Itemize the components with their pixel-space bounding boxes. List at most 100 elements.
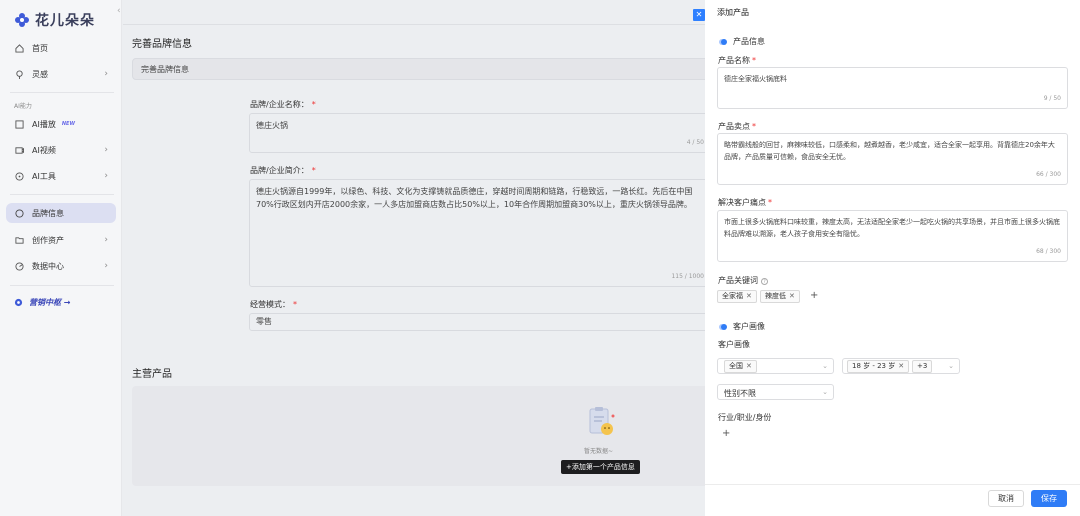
sidebar-item-label: AI播放 bbox=[32, 119, 56, 129]
brand-name-label: 品牌/企业名称： * bbox=[250, 100, 316, 109]
sidebar-item-label: 品牌信息 bbox=[32, 208, 64, 218]
customer-profile-label: 客户画像 bbox=[718, 340, 750, 349]
product-name-label: 产品名称 * bbox=[718, 56, 756, 65]
region-tag: 全国 ✕ bbox=[724, 360, 757, 373]
age-select[interactable]: 18 岁 - 23 岁 ✕ +3 ⌄ bbox=[842, 358, 960, 374]
sidebar-item-label: 灵感 bbox=[32, 69, 48, 79]
app-name: 花儿朵朵 bbox=[35, 13, 95, 29]
sidebar-item-ai-video[interactable]: AI视频 › bbox=[6, 140, 116, 160]
sidebar-divider bbox=[10, 194, 114, 195]
chevron-down-icon: ⌄ bbox=[822, 362, 828, 370]
remove-tag-icon[interactable]: ✕ bbox=[898, 362, 904, 370]
mode-value: 零售 bbox=[256, 317, 272, 326]
sidebar-item-ai-play[interactable]: AI播放 NEW bbox=[6, 114, 116, 134]
product-name-value: 德庄全家福火锅底料 bbox=[724, 75, 787, 83]
page-title: 完善品牌信息 bbox=[132, 39, 192, 50]
chevron-right-icon: › bbox=[104, 69, 108, 79]
product-name-input[interactable]: 德庄全家福火锅底料 9 / 50 bbox=[717, 67, 1068, 109]
header-divider bbox=[123, 24, 705, 25]
new-badge: NEW bbox=[61, 121, 75, 127]
drawer-footer-divider bbox=[705, 484, 1080, 485]
products-title: 主营产品 bbox=[132, 369, 172, 380]
data-icon bbox=[14, 261, 24, 271]
age-tag: 18 岁 - 23 岁 ✕ bbox=[847, 360, 910, 373]
section-dot-icon bbox=[721, 323, 727, 330]
section-title: 客户画像 bbox=[733, 322, 765, 331]
flower-logo-icon bbox=[14, 298, 23, 307]
section-title: 产品信息 bbox=[733, 37, 765, 46]
pain-point-textarea[interactable]: 市面上很多火锅底料口味较重，辣度太高，无法适配全家老少一起吃火锅的共享场景，并且… bbox=[717, 210, 1068, 262]
add-first-product-button[interactable]: +添加第一个产品信息 bbox=[561, 460, 640, 474]
add-industry-icon[interactable]: + bbox=[722, 428, 730, 439]
chevron-right-icon: › bbox=[104, 235, 108, 245]
pain-point-value: 市面上很多火锅底料口味较重，辣度太高，无法适配全家老少一起吃火锅的共享场景，并且… bbox=[724, 218, 1060, 238]
section-label: AI能力 bbox=[14, 103, 32, 110]
char-count: 4 / 50 bbox=[686, 139, 704, 146]
section-dot-icon bbox=[721, 38, 727, 45]
char-count: 115 / 1000 bbox=[671, 273, 704, 280]
brand-intro-textarea[interactable]: 德庄火锅源自1999年，以绿色、科技、文化为支撑铸就品质德庄，穿越时间周期和链路… bbox=[249, 179, 711, 287]
add-keyword-icon[interactable]: + bbox=[810, 290, 818, 301]
sidebar-item-assets[interactable]: 创作资产 › bbox=[6, 230, 116, 250]
selling-point-label: 产品卖点 * bbox=[718, 122, 756, 131]
brand-intro-value: 德庄火锅源自1999年，以绿色、科技、文化为支撑铸就品质德庄，穿越时间周期和链路… bbox=[256, 187, 693, 209]
brand-name-value: 德庄火锅 bbox=[256, 121, 288, 130]
char-count: 9 / 50 bbox=[1043, 95, 1061, 102]
selling-point-textarea[interactable]: 略带霸线般的回甘，麻辣味较低，口感柔和，越煮越香，老少咸宜，适合全家一起享用。背… bbox=[717, 133, 1068, 185]
sidebar-item-home[interactable]: 首页 bbox=[6, 38, 116, 58]
empty-clipboard-icon bbox=[589, 407, 615, 435]
sidebar-item-brand-info[interactable]: 品牌信息 bbox=[6, 203, 116, 223]
sidebar-item-label: AI视频 bbox=[32, 145, 56, 155]
sidebar-item-inspiration[interactable]: 灵感 › bbox=[6, 64, 116, 84]
age-more-tag: +3 bbox=[912, 360, 933, 373]
gender-value: 性别不限 bbox=[724, 389, 756, 398]
industry-label: 行业/职业/身份 bbox=[718, 413, 772, 422]
flower-logo-icon bbox=[15, 13, 29, 27]
help-icon[interactable]: ? bbox=[761, 278, 768, 285]
chevron-down-icon: ⌄ bbox=[948, 362, 954, 370]
tool-icon bbox=[14, 171, 24, 181]
chevron-right-icon: › bbox=[104, 171, 108, 181]
collapse-sidebar-icon[interactable]: ‹ bbox=[117, 6, 121, 16]
logo[interactable]: 花儿朵朵 bbox=[14, 10, 95, 30]
brand-intro-label: 品牌/企业简介： * bbox=[250, 166, 316, 175]
sidebar-item-label: 首页 bbox=[32, 43, 48, 53]
folder-icon bbox=[14, 235, 24, 245]
save-button[interactable]: 保存 bbox=[1031, 490, 1067, 507]
mode-select[interactable]: 零售 bbox=[249, 313, 711, 331]
marketing-hub-link[interactable]: 营销中枢 → bbox=[14, 297, 71, 308]
keyword-tag: 辣度低 ✕ bbox=[760, 290, 800, 303]
selling-point-value: 略带霸线般的回甘，麻辣味较低，口感柔和，越煮越香，老少咸宜，适合全家一起享用。背… bbox=[724, 141, 1055, 161]
pain-point-label: 解决客户痛点 * bbox=[718, 198, 772, 207]
remove-tag-icon[interactable]: ✕ bbox=[746, 362, 752, 370]
marketing-hub-label: 营销中枢 → bbox=[29, 298, 71, 307]
gender-select[interactable]: 性别不限 ⌄ bbox=[717, 384, 834, 400]
keyword-tag: 全家福 ✕ bbox=[717, 290, 757, 303]
keywords-label: 产品关键词? bbox=[718, 275, 768, 286]
sidebar-item-ai-tools[interactable]: AI工具 › bbox=[6, 166, 116, 186]
char-count: 68 / 300 bbox=[1036, 248, 1061, 255]
chevron-right-icon: › bbox=[104, 261, 108, 271]
region-select[interactable]: 全国 ✕ ⌄ bbox=[717, 358, 834, 374]
sidebar-divider bbox=[10, 285, 114, 286]
chevron-right-icon: › bbox=[104, 145, 108, 155]
remove-tag-icon[interactable]: ✕ bbox=[789, 292, 795, 300]
section-product-info: 产品信息 bbox=[721, 36, 765, 47]
main-content: 完善品牌信息 完善品牌信息 品牌/企业名称： * 德庄火锅 4 / 50 品牌/企… bbox=[123, 0, 712, 516]
sidebar-divider bbox=[10, 92, 114, 93]
chevron-down-icon: ⌄ bbox=[822, 388, 828, 396]
sidebar-item-label: 创作资产 bbox=[32, 235, 64, 245]
close-drawer-icon[interactable]: ✕ bbox=[693, 9, 705, 21]
lightbulb-icon bbox=[14, 69, 24, 79]
sidebar-item-label: 数据中心 bbox=[32, 261, 64, 271]
drawer-title: 添加产品 bbox=[717, 8, 749, 17]
mode-label: 经营模式： * bbox=[250, 300, 297, 309]
section-customer-profile: 客户画像 bbox=[721, 321, 765, 332]
remove-tag-icon[interactable]: ✕ bbox=[746, 292, 752, 300]
empty-text: 暂无数据~ bbox=[584, 448, 614, 455]
brand-name-input[interactable]: 德庄火锅 4 / 50 bbox=[249, 113, 711, 153]
sidebar-item-data-center[interactable]: 数据中心 › bbox=[6, 256, 116, 276]
cancel-button[interactable]: 取消 bbox=[988, 490, 1024, 507]
ai-play-icon bbox=[14, 119, 24, 129]
brand-icon bbox=[14, 208, 24, 218]
